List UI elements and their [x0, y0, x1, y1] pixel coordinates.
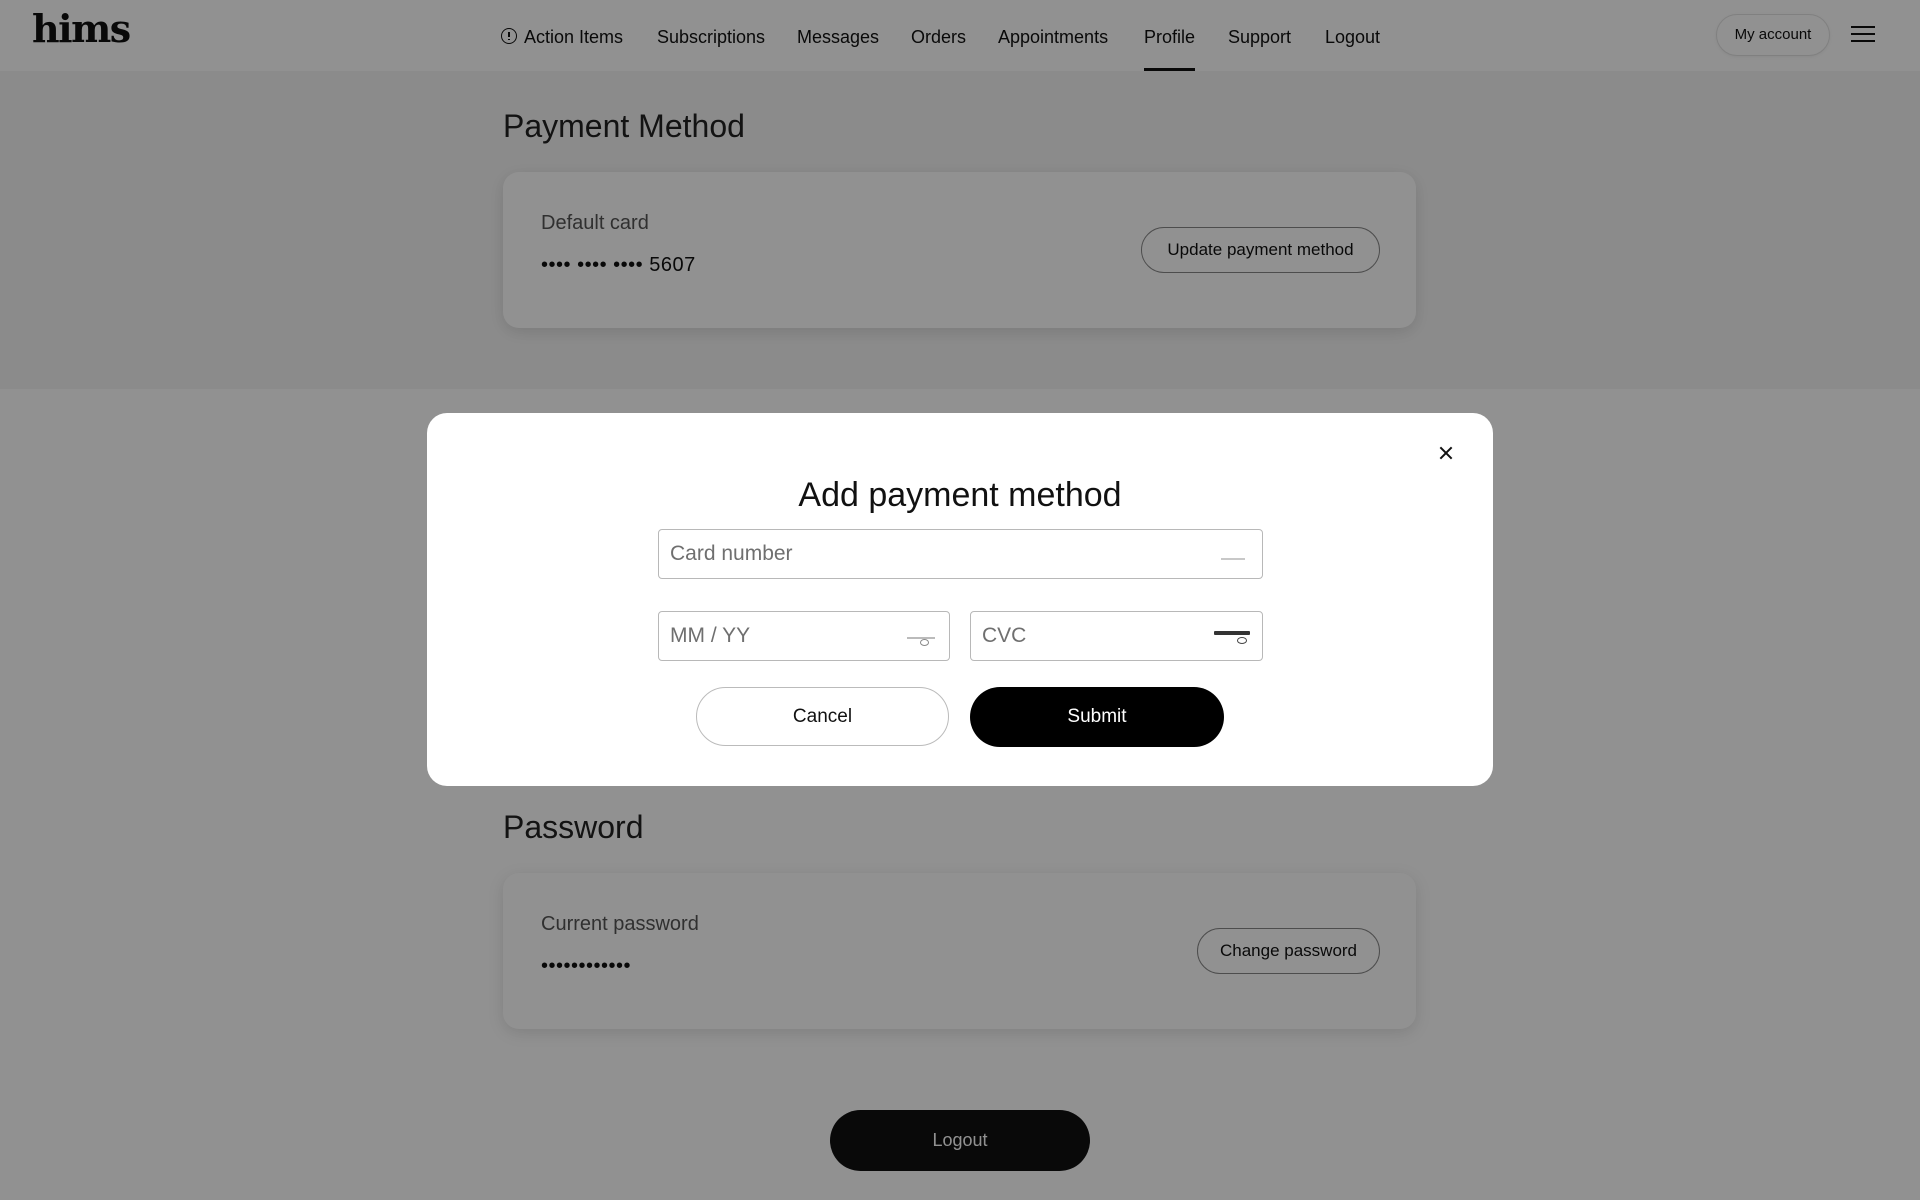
expiry-field	[658, 611, 950, 661]
close-icon[interactable]	[1433, 440, 1459, 466]
cvc-field	[970, 611, 1263, 661]
card-number-input[interactable]	[659, 530, 1262, 578]
submit-button[interactable]: Submit	[970, 687, 1224, 747]
card-brand-icon	[1221, 558, 1245, 560]
card-expiry-icon	[907, 632, 935, 646]
expiry-input[interactable]	[659, 612, 949, 660]
card-number-field	[658, 529, 1263, 579]
dialog-title: Add payment method	[798, 476, 1122, 514]
cancel-button[interactable]: Cancel	[696, 687, 949, 746]
card-cvc-icon	[1214, 629, 1250, 645]
add-payment-method-dialog: Add payment method Cancel Submit	[427, 413, 1493, 786]
